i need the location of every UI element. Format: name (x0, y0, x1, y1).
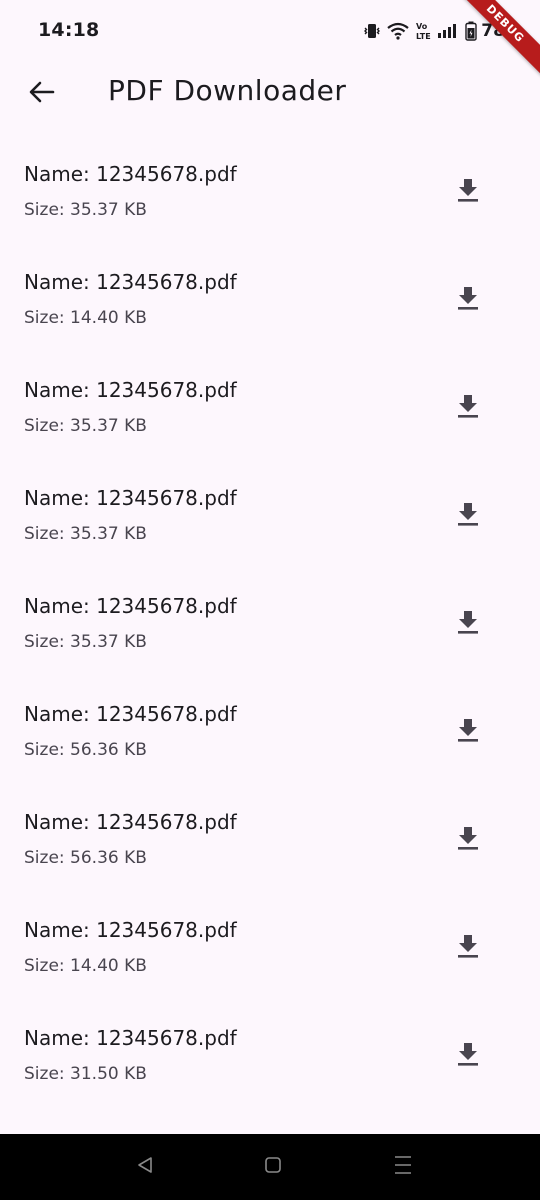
list-item: Name: 12345678.pdf Size: 35.37 KB (0, 342, 540, 450)
file-size: Size: 35.37 KB (24, 632, 147, 652)
file-name: Name: 12345678.pdf (24, 378, 237, 402)
download-button[interactable] (444, 816, 492, 864)
download-icon (456, 285, 480, 315)
home-square-icon (263, 1155, 283, 1179)
list-item: Name: 12345678.pdf Size: 31.50 KB (0, 990, 540, 1098)
list-item: Name: 12345678.pdf Size: 35.37 KB (0, 126, 540, 234)
download-icon (456, 1041, 480, 1071)
file-name: Name: 12345678.pdf (24, 702, 237, 726)
file-size: Size: 35.37 KB (24, 416, 147, 436)
file-name: Name: 12345678.pdf (24, 270, 237, 294)
file-size: Size: 14.40 KB (24, 308, 147, 328)
system-nav-bar (0, 1134, 540, 1200)
file-size: Size: 35.37 KB (24, 524, 147, 544)
recents-menu-icon (393, 1154, 413, 1180)
file-list: Name: 12345678.pdf Size: 35.37 KB Name: … (0, 126, 540, 1098)
vibrate-icon (363, 22, 381, 40)
download-button[interactable] (444, 708, 492, 756)
file-name: Name: 12345678.pdf (24, 594, 237, 618)
download-icon (456, 501, 480, 531)
list-item: Name: 12345678.pdf Size: 35.37 KB (0, 558, 540, 666)
download-button[interactable] (444, 492, 492, 540)
arrow-back-icon (28, 80, 56, 108)
status-time: 14:18 (38, 19, 100, 41)
file-name: Name: 12345678.pdf (24, 162, 237, 186)
list-item: Name: 12345678.pdf Size: 56.36 KB (0, 774, 540, 882)
download-icon (456, 933, 480, 963)
nav-back-button[interactable] (130, 1152, 160, 1182)
svg-text:LTE: LTE (416, 32, 431, 41)
back-button[interactable] (18, 74, 66, 114)
wifi-icon (387, 22, 409, 40)
download-icon (456, 393, 480, 423)
app-bar: PDF Downloader (0, 62, 540, 126)
download-button[interactable] (444, 1032, 492, 1080)
list-item: Name: 12345678.pdf Size: 14.40 KB (0, 882, 540, 990)
download-icon (456, 177, 480, 207)
download-button[interactable] (444, 600, 492, 648)
list-item: Name: 12345678.pdf Size: 56.36 KB (0, 666, 540, 774)
status-bar: 14:18 Vo LTE (0, 0, 540, 62)
list-item: Name: 12345678.pdf Size: 14.40 KB (0, 234, 540, 342)
signal-icon (437, 23, 459, 39)
download-icon (456, 825, 480, 855)
nav-home-button[interactable] (258, 1152, 288, 1182)
download-icon (456, 717, 480, 747)
volte-icon: Vo LTE (415, 21, 431, 41)
battery-icon (465, 21, 477, 41)
download-button[interactable] (444, 924, 492, 972)
file-name: Name: 12345678.pdf (24, 918, 237, 942)
file-size: Size: 56.36 KB (24, 740, 147, 760)
page-title: PDF Downloader (108, 74, 347, 107)
back-triangle-icon (135, 1155, 155, 1179)
download-button[interactable] (444, 384, 492, 432)
download-button[interactable] (444, 168, 492, 216)
file-name: Name: 12345678.pdf (24, 486, 237, 510)
nav-recents-button[interactable] (388, 1152, 418, 1182)
download-button[interactable] (444, 276, 492, 324)
file-size: Size: 35.37 KB (24, 200, 147, 220)
file-size: Size: 14.40 KB (24, 956, 147, 976)
svg-text:Vo: Vo (416, 22, 428, 31)
file-size: Size: 56.36 KB (24, 848, 147, 868)
list-item: Name: 12345678.pdf Size: 35.37 KB (0, 450, 540, 558)
file-name: Name: 12345678.pdf (24, 810, 237, 834)
download-icon (456, 609, 480, 639)
file-size: Size: 31.50 KB (24, 1064, 147, 1084)
file-name: Name: 12345678.pdf (24, 1026, 237, 1050)
